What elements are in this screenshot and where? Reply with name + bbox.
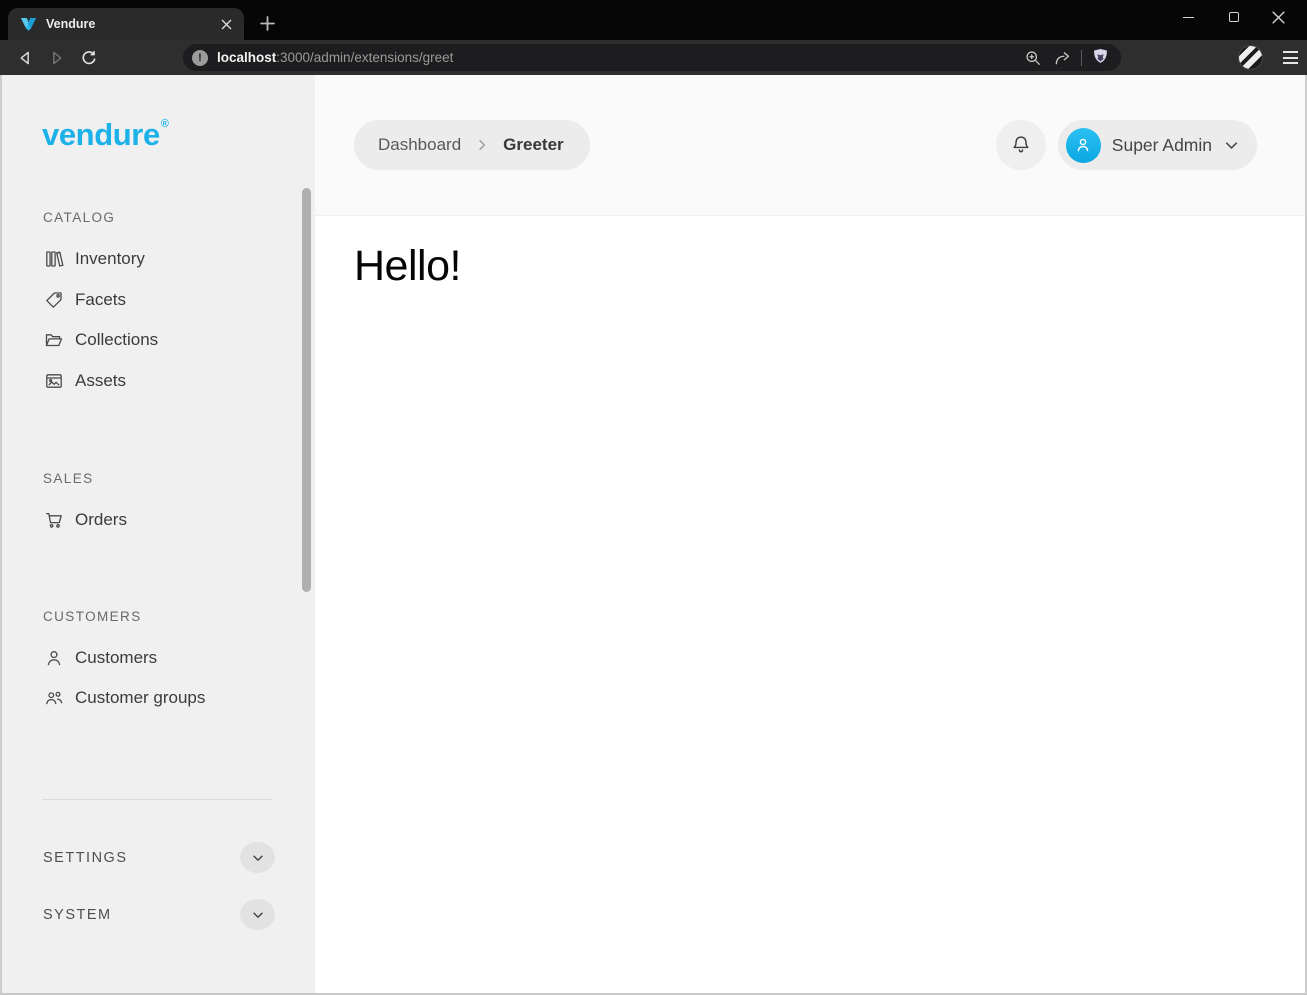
sidebar-item-label: Collections — [75, 330, 158, 350]
page-content: Hello! — [315, 216, 1305, 993]
address-bar[interactable]: ! localhost:3000/admin/extensions/greet — [183, 44, 1121, 71]
reload-icon[interactable] — [74, 44, 104, 72]
user-name: Super Admin — [1112, 135, 1212, 156]
window-controls — [1166, 2, 1301, 32]
sidebar-item-inventory[interactable]: Inventory — [2, 239, 315, 280]
settings-label: SETTINGS — [43, 850, 128, 866]
forward-icon[interactable] — [42, 44, 72, 72]
cart-icon — [44, 510, 64, 530]
sidebar-divider — [42, 799, 273, 800]
browser-tab[interactable]: Vendure — [8, 8, 244, 40]
sidebar-item-customers[interactable]: Customers — [2, 638, 315, 679]
user-icon — [44, 648, 64, 668]
browser-menu-icon[interactable] — [1278, 46, 1302, 70]
breadcrumb-chevron-icon — [474, 137, 490, 153]
sidebar-section-sales: SALES — [43, 471, 315, 486]
back-icon[interactable] — [10, 44, 40, 72]
system-expand-button[interactable] — [240, 899, 275, 930]
site-info-icon[interactable]: ! — [192, 50, 208, 66]
notifications-button[interactable] — [996, 120, 1046, 170]
system-label: SYSTEM — [43, 907, 112, 923]
sidebar-section-catalog: CATALOG — [43, 210, 315, 225]
minimize-button[interactable] — [1166, 2, 1211, 32]
tab-close-icon[interactable] — [216, 14, 236, 34]
sidebar-item-orders[interactable]: Orders — [2, 500, 315, 541]
page-header: Dashboard Greeter Super Admin — [315, 75, 1305, 216]
breadcrumb-greeter: Greeter — [503, 135, 563, 155]
breadcrumb: Dashboard Greeter — [354, 120, 590, 170]
maximize-button[interactable] — [1211, 2, 1256, 32]
browser-tab-bar: Vendure — [0, 0, 1307, 40]
sidebar-item-label: Customer groups — [75, 688, 205, 708]
sidebar-section-customers: CUSTOMERS — [43, 609, 315, 624]
image-icon — [44, 371, 64, 391]
chevron-down-icon — [1223, 137, 1240, 154]
registered-mark: ® — [161, 118, 169, 130]
sidebar: vendure® CATALOG Inventory Facets Collec… — [2, 75, 315, 993]
settings-expand-button[interactable] — [240, 842, 275, 873]
chevron-down-icon — [251, 908, 265, 922]
users-icon — [44, 688, 64, 708]
bell-icon — [1010, 134, 1032, 156]
brave-shield-icon[interactable] — [1089, 47, 1111, 69]
user-menu[interactable]: Super Admin — [1058, 120, 1257, 170]
vendure-logo[interactable]: vendure® — [42, 117, 315, 153]
chevron-down-icon — [251, 851, 265, 865]
new-tab-button[interactable] — [256, 12, 278, 34]
library-icon — [44, 249, 64, 269]
vendure-favicon-icon — [20, 16, 37, 32]
url-path: :3000/admin/extensions/greet — [276, 50, 453, 65]
sidebar-item-facets[interactable]: Facets — [2, 280, 315, 321]
sidebar-item-label: Customers — [75, 648, 157, 668]
sidebar-item-label: Assets — [75, 371, 126, 391]
vendure-admin-app: vendure® CATALOG Inventory Facets Collec… — [0, 75, 1307, 995]
zoom-page-icon[interactable] — [1022, 47, 1044, 69]
sidebar-item-label: Inventory — [75, 249, 145, 269]
user-avatar-icon — [1066, 128, 1101, 163]
sidebar-item-label: Facets — [75, 290, 126, 310]
sidebar-item-customer-groups[interactable]: Customer groups — [2, 678, 315, 719]
breadcrumb-dashboard[interactable]: Dashboard — [378, 135, 461, 155]
toolbar-divider — [1081, 50, 1082, 66]
sidebar-section-system[interactable]: SYSTEM — [43, 893, 275, 937]
close-button[interactable] — [1256, 2, 1301, 32]
folder-icon — [44, 330, 64, 350]
sidebar-scrollbar[interactable] — [302, 188, 311, 592]
tag-icon — [44, 290, 64, 310]
main-panel: Dashboard Greeter Super Admin Hello! — [315, 75, 1305, 993]
url-text: localhost:3000/admin/extensions/greet — [217, 50, 1015, 65]
page-title: Hello! — [354, 242, 1305, 291]
sidebar-item-assets[interactable]: Assets — [2, 361, 315, 402]
sidebar-item-collections[interactable]: Collections — [2, 320, 315, 361]
browser-toolbar: ! localhost:3000/admin/extensions/greet — [0, 40, 1307, 75]
sidebar-section-settings[interactable]: SETTINGS — [43, 836, 275, 880]
browser-profile-avatar[interactable] — [1238, 45, 1263, 70]
browser-window: Vendure ! localhost:3000/admi — [0, 0, 1307, 995]
share-icon[interactable] — [1051, 47, 1073, 69]
url-host: localhost — [217, 50, 276, 65]
sidebar-item-label: Orders — [75, 510, 127, 530]
tab-title: Vendure — [46, 17, 216, 31]
